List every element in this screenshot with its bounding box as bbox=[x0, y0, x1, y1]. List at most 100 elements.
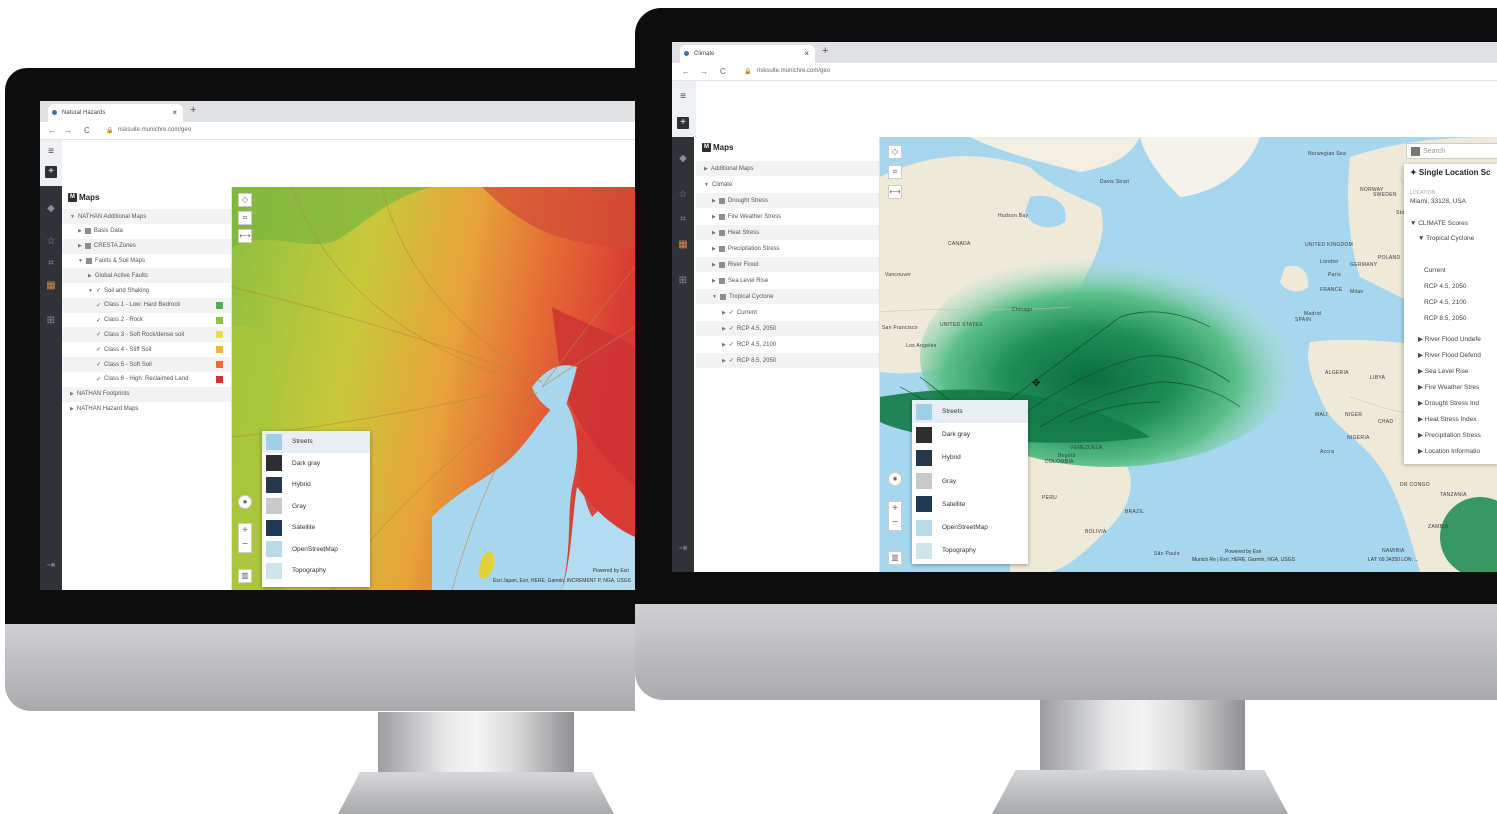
tree-item[interactable]: ▶ Basis Data bbox=[62, 224, 231, 239]
basemap-option[interactable]: Satellite bbox=[262, 517, 370, 539]
locate-icon[interactable]: ◇ bbox=[238, 193, 252, 207]
basemap-option[interactable]: Hybrid bbox=[262, 474, 370, 496]
caret-icon[interactable]: ▶ bbox=[712, 246, 716, 252]
caret-icon[interactable]: ▼ bbox=[712, 294, 717, 300]
caret-icon[interactable]: ▼ bbox=[704, 182, 709, 188]
measure-tool-icon[interactable]: ⟷ bbox=[888, 185, 902, 199]
browser-tab-climate[interactable]: Climate × bbox=[680, 45, 815, 63]
tree-item[interactable]: ✓ Class 3 - Soft Rock/dense soil bbox=[62, 327, 231, 343]
tab-close-icon[interactable]: × bbox=[172, 108, 177, 117]
location-section[interactable]: ▶ Sea Level Rise bbox=[1418, 367, 1497, 375]
tree-item[interactable]: ▼ Climate bbox=[696, 177, 879, 192]
tree-item[interactable]: ✓ Class 2 - Rock bbox=[62, 313, 231, 328]
caret-icon[interactable]: ▼ bbox=[70, 214, 75, 220]
tree-item[interactable]: ▼ NATHAN Additional Maps bbox=[62, 209, 231, 224]
caret-icon[interactable]: ▶ bbox=[722, 342, 726, 348]
location-section[interactable]: ▶ Location Informatio bbox=[1418, 447, 1497, 455]
browser-tab-natural-hazards[interactable]: Natural Hazards × bbox=[48, 104, 183, 122]
basemap-option[interactable]: Topography bbox=[262, 560, 370, 582]
star-icon[interactable]: ☆ bbox=[45, 236, 57, 248]
grid-icon[interactable]: ⊞ bbox=[677, 275, 689, 287]
tree-item[interactable]: ▶ ✓ RCP 8.5, 2050 bbox=[696, 353, 879, 368]
select-area-icon[interactable]: ⌗ bbox=[888, 165, 902, 179]
tree-item[interactable]: ▶ NATHAN Footprints bbox=[62, 386, 231, 402]
reload-icon[interactable]: C bbox=[84, 126, 90, 135]
caret-icon[interactable]: ▶ bbox=[712, 198, 716, 204]
checkmark-icon[interactable]: ✓ bbox=[729, 309, 734, 316]
map-icon[interactable]: ▦ bbox=[677, 239, 689, 251]
forward-icon[interactable]: → bbox=[64, 126, 72, 135]
zoom-out-button[interactable]: − bbox=[239, 538, 251, 552]
tree-item[interactable]: ▶ Sea Level Rise bbox=[696, 273, 879, 288]
caret-icon[interactable]: ▶ bbox=[704, 166, 708, 172]
checkmark-icon[interactable]: ✓ bbox=[96, 361, 101, 368]
caret-icon[interactable]: ▶ bbox=[712, 230, 716, 236]
tropical-cyclone-toggle[interactable]: ▼ Tropical Cyclone bbox=[1418, 235, 1497, 242]
measure-icon[interactable]: ⌗ bbox=[45, 258, 57, 270]
basemap-option[interactable]: Satellite bbox=[912, 493, 1028, 516]
checkmark-icon[interactable]: ✓ bbox=[96, 346, 101, 353]
logout-icon[interactable]: ⇥ bbox=[45, 560, 57, 572]
zoom-in-button[interactable]: + bbox=[239, 524, 251, 538]
caret-icon[interactable]: ▶ bbox=[712, 278, 716, 284]
basemap-option[interactable]: Streets bbox=[262, 431, 370, 453]
tree-item[interactable]: ▶ CRESTA Zones bbox=[62, 238, 231, 254]
new-tab-button[interactable]: + bbox=[190, 104, 196, 116]
basemap-toggle-icon[interactable]: ▥ bbox=[238, 569, 252, 583]
tree-item[interactable]: ▶ River Flood bbox=[696, 257, 879, 272]
caret-icon[interactable]: ▶ bbox=[70, 406, 74, 412]
checkmark-icon[interactable]: ✓ bbox=[96, 331, 101, 338]
globe-icon[interactable]: ◆ bbox=[45, 203, 57, 215]
caret-icon[interactable]: ▶ bbox=[722, 358, 726, 364]
new-tab-button[interactable]: + bbox=[822, 45, 828, 57]
globe-icon[interactable]: ◆ bbox=[677, 153, 689, 165]
back-icon[interactable]: ← bbox=[48, 126, 56, 135]
tree-item[interactable]: ▶ ✓ Current bbox=[696, 305, 879, 320]
tree-item[interactable]: ▶ Heat Stress bbox=[696, 225, 879, 240]
checkmark-icon[interactable]: ✓ bbox=[729, 325, 734, 332]
basemap-option[interactable]: Dark gray bbox=[262, 453, 370, 475]
location-section[interactable]: ▶ Fire Weather Stres bbox=[1418, 383, 1497, 391]
basemap-option[interactable]: OpenStreetMap bbox=[912, 516, 1028, 539]
url-field[interactable]: risksuite.munichre.com/geo bbox=[757, 68, 830, 74]
basemap-option[interactable]: Gray bbox=[912, 470, 1028, 493]
measure-icon[interactable]: ⌗ bbox=[677, 214, 689, 226]
caret-icon[interactable]: ▶ bbox=[88, 273, 92, 279]
location-section[interactable]: ▶ Drought Stress Ind bbox=[1418, 399, 1497, 407]
basemap-option[interactable]: Topography bbox=[912, 539, 1028, 562]
location-section[interactable]: ▶ River Flood Defend bbox=[1418, 351, 1497, 359]
checkmark-icon[interactable]: ✓ bbox=[729, 357, 734, 364]
caret-icon[interactable]: ▶ bbox=[712, 214, 716, 220]
home-icon[interactable]: ● bbox=[888, 472, 902, 486]
caret-icon[interactable]: ▶ bbox=[722, 310, 726, 316]
caret-icon[interactable]: ▼ bbox=[88, 288, 93, 294]
checkmark-icon[interactable]: ✓ bbox=[96, 376, 101, 383]
url-field[interactable]: risksuite.munichre.com/geo bbox=[118, 127, 191, 133]
tree-item[interactable]: ▼ ✓ Soil and Shaking bbox=[62, 283, 231, 298]
basemap-option[interactable]: Gray bbox=[262, 496, 370, 518]
location-section[interactable]: ▶ Precipitation Stress bbox=[1418, 431, 1497, 439]
checkmark-icon[interactable]: ✓ bbox=[96, 302, 101, 309]
basemap-option[interactable]: Dark gray bbox=[912, 423, 1028, 446]
location-section[interactable]: ▶ River Flood Undefe bbox=[1418, 335, 1497, 343]
tree-item[interactable]: ▶ ✓ RCP 4.5, 2100 bbox=[696, 337, 879, 352]
checkmark-icon[interactable]: ✓ bbox=[96, 317, 101, 324]
tree-item[interactable]: ▶ Fire Weather Stress bbox=[696, 209, 879, 224]
layers-icon[interactable]: ≡ bbox=[677, 91, 689, 103]
caret-icon[interactable]: ▶ bbox=[78, 243, 82, 249]
tree-item[interactable]: ▼ Tropical Cyclone bbox=[696, 289, 879, 304]
zoom-in-button[interactable]: + bbox=[889, 502, 901, 516]
basemap-option[interactable]: Streets bbox=[912, 400, 1028, 424]
add-icon[interactable]: + bbox=[677, 117, 689, 129]
tree-item[interactable]: ▶ Global Active Faults bbox=[62, 268, 231, 284]
back-icon[interactable]: ← bbox=[682, 67, 690, 76]
location-section[interactable]: ▶ Heat Stress Index bbox=[1418, 415, 1497, 423]
tree-item[interactable]: ✓ Class 1 - Low: Hard Bedrock bbox=[62, 297, 231, 313]
map-icon[interactable]: ▦ bbox=[45, 280, 57, 292]
checkmark-icon[interactable]: ✓ bbox=[729, 341, 734, 348]
zoom-out-button[interactable]: − bbox=[889, 516, 901, 530]
tree-item[interactable]: ▶ Precipitation Stress bbox=[696, 241, 879, 256]
basemap-toggle-icon[interactable]: ▥ bbox=[888, 551, 902, 565]
locate-icon[interactable]: ◇ bbox=[888, 145, 902, 159]
measure-tool-icon[interactable]: ⟷ bbox=[238, 229, 252, 243]
